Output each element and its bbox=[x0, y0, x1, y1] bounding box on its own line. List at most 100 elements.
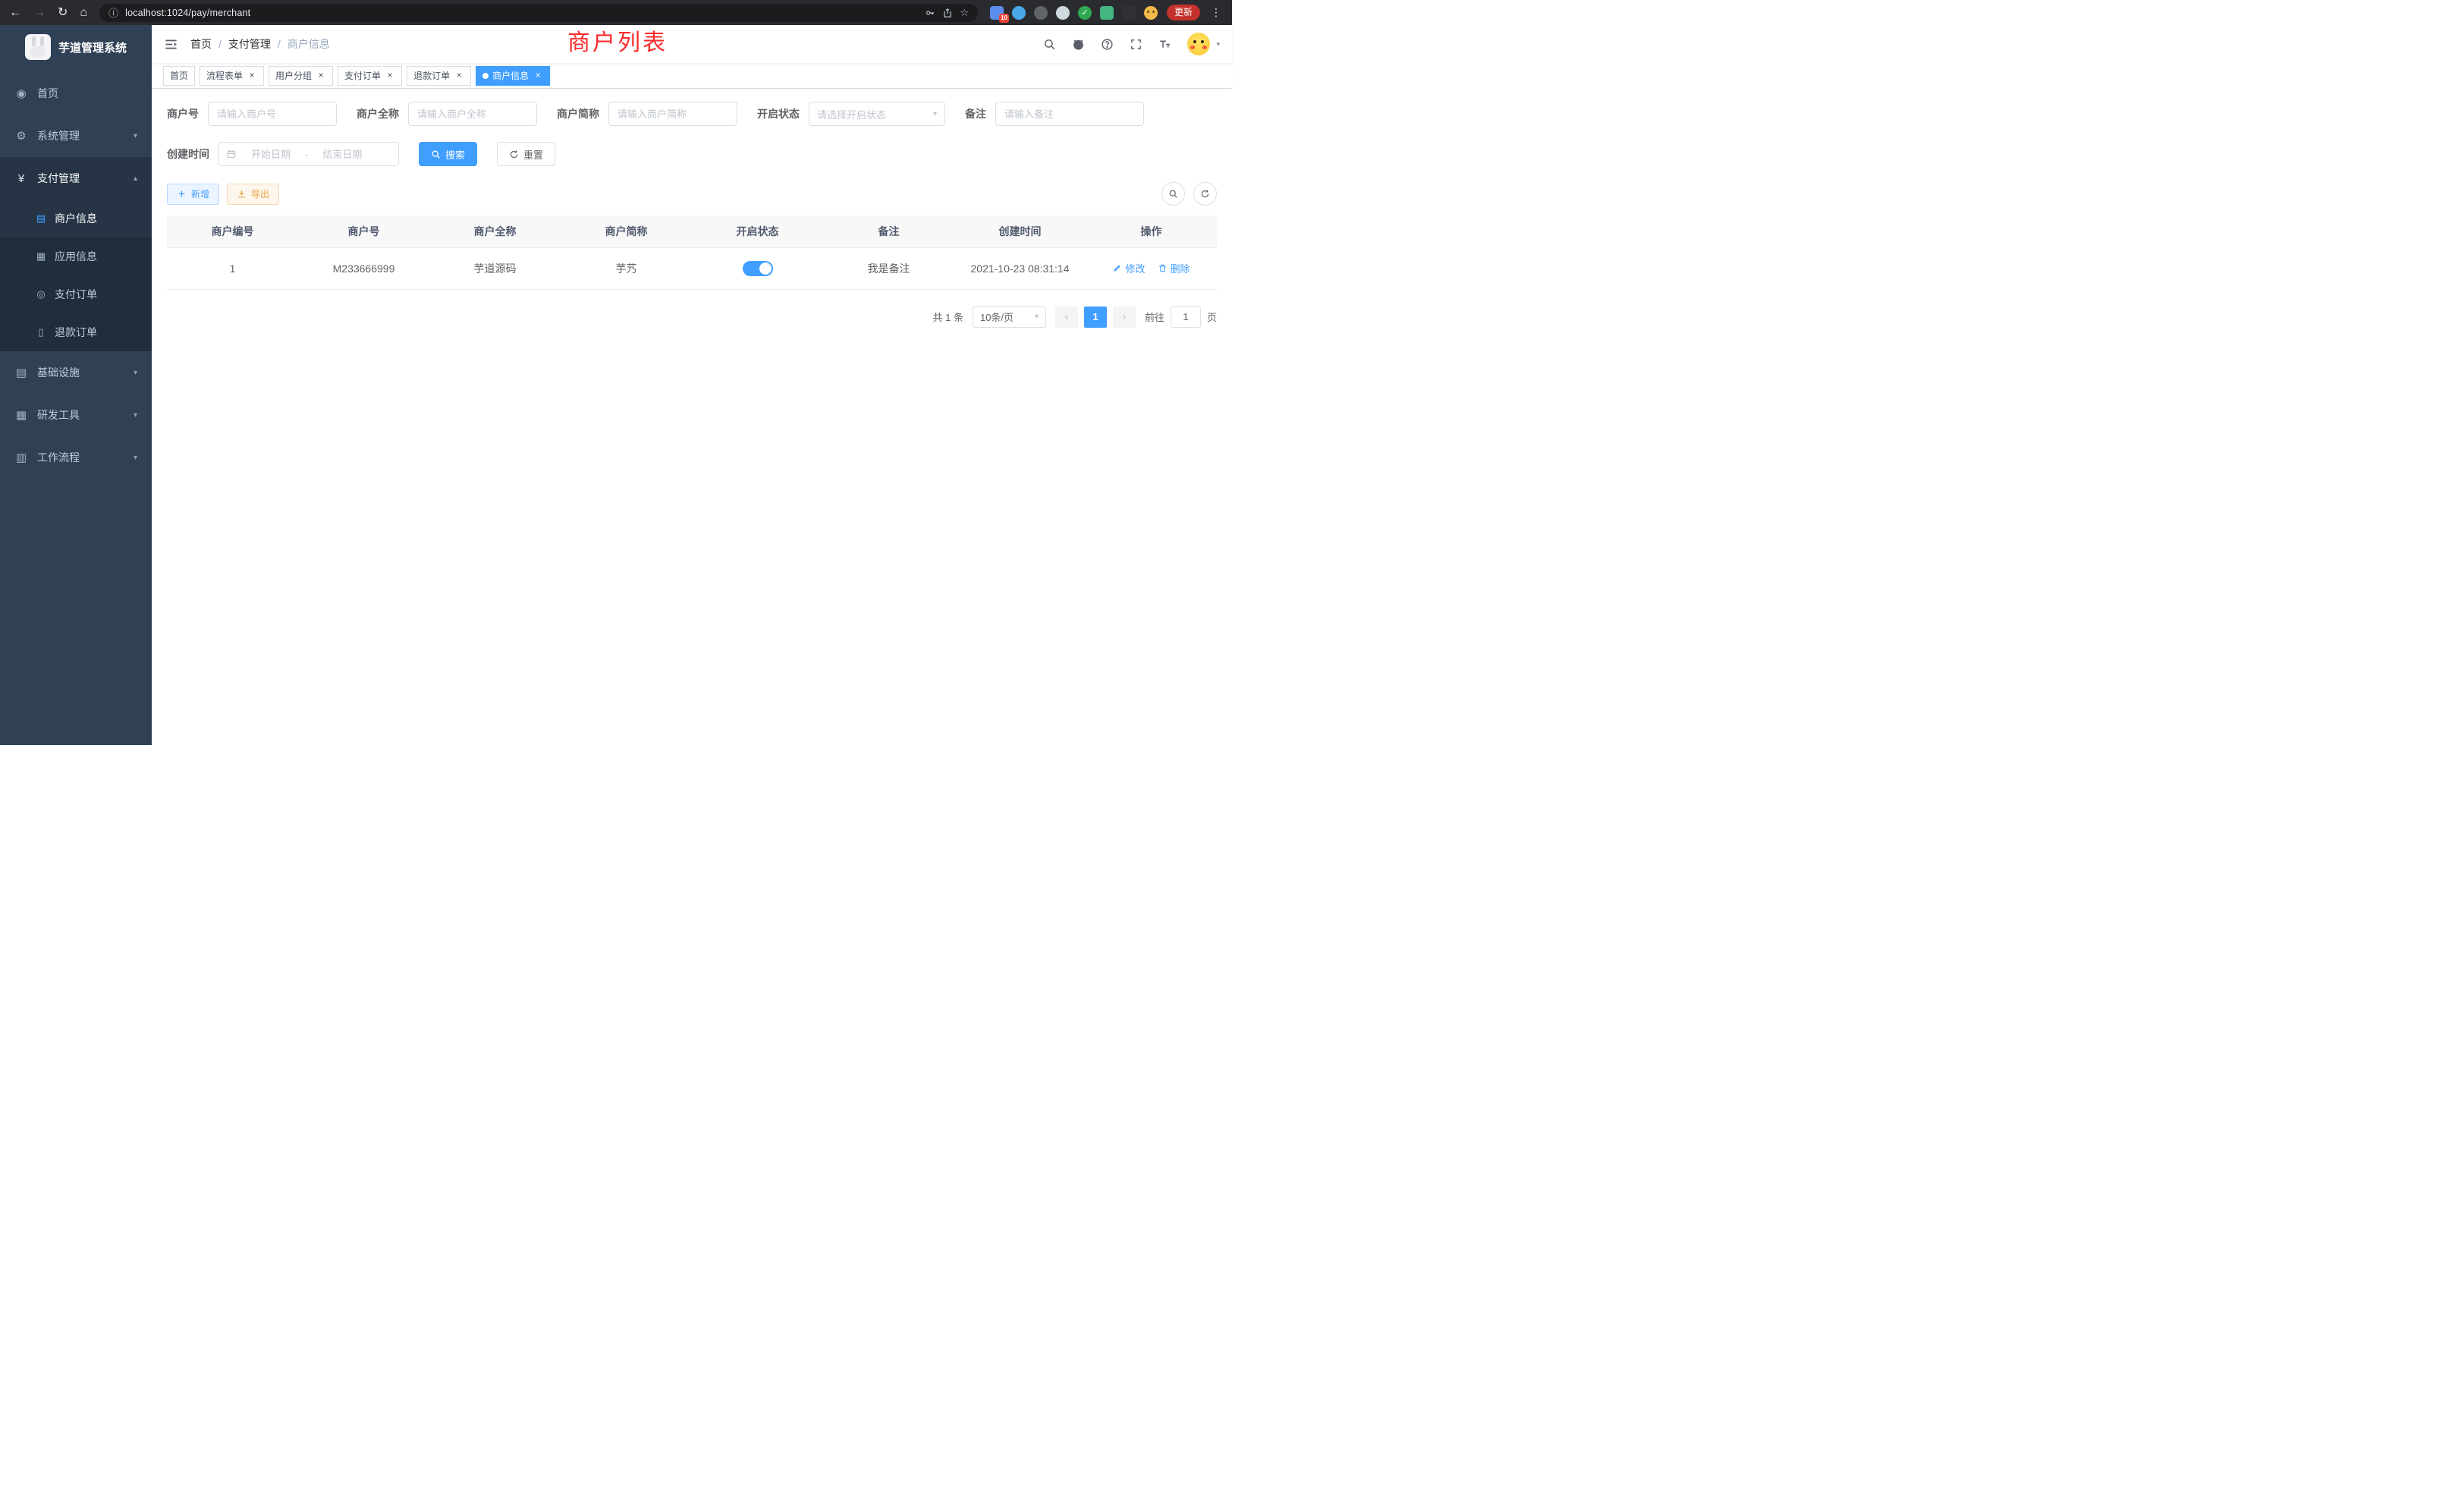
extension-notes-icon[interactable] bbox=[1100, 6, 1114, 20]
tab-refund-order[interactable]: 退款订单 × bbox=[407, 66, 471, 86]
close-icon[interactable]: × bbox=[454, 71, 464, 81]
status-select[interactable]: 请选择开启状态 ▾ bbox=[809, 102, 945, 126]
refresh-table-button[interactable] bbox=[1193, 182, 1217, 206]
sidebar-item-label: 退款订单 bbox=[55, 325, 97, 340]
forward-button[interactable]: → bbox=[33, 7, 46, 19]
add-button[interactable]: 新增 bbox=[167, 184, 219, 205]
sidebar-item-infrastructure[interactable]: ▤ 基础设施 ▾ bbox=[0, 351, 152, 394]
full-name-label: 商户全称 bbox=[357, 106, 399, 121]
page-content: 商户号 商户全称 商户简称 开启状态 请选择开启状态 ▾ bbox=[152, 89, 1232, 745]
address-bar[interactable]: ⓘ localhost:1024/pay/merchant ☆ bbox=[99, 4, 978, 22]
export-button[interactable]: 导出 bbox=[227, 184, 279, 205]
full-name-input[interactable] bbox=[408, 102, 537, 126]
date-range-picker[interactable]: - bbox=[218, 142, 399, 166]
password-key-icon[interactable] bbox=[925, 8, 935, 18]
field-remark: 备注 bbox=[965, 102, 1144, 126]
goto-page-input[interactable] bbox=[1171, 306, 1201, 328]
extension-check-icon[interactable] bbox=[1078, 6, 1092, 20]
extension-avatar-icon[interactable] bbox=[1056, 6, 1070, 20]
sidebar-item-app-info[interactable]: ▦ 应用信息 bbox=[0, 237, 152, 275]
tab-merchant-info[interactable]: 商户信息 × bbox=[476, 66, 550, 86]
cell-full-name: 芋道源码 bbox=[429, 247, 561, 289]
sidebar-item-home[interactable]: ◉ 首页 bbox=[0, 72, 152, 115]
breadcrumb-payment[interactable]: 支付管理 bbox=[228, 36, 271, 52]
delete-button[interactable]: 删除 bbox=[1158, 261, 1190, 275]
next-page-button[interactable]: › bbox=[1113, 306, 1136, 328]
browser-update-button[interactable]: 更新 bbox=[1167, 5, 1200, 20]
sidebar-item-label: 工作流程 bbox=[37, 450, 80, 465]
help-icon[interactable] bbox=[1101, 38, 1114, 51]
date-end-input[interactable] bbox=[311, 149, 373, 160]
remark-input[interactable] bbox=[995, 102, 1144, 126]
cell-remark: 我是备注 bbox=[823, 247, 954, 289]
edit-button[interactable]: 修改 bbox=[1112, 261, 1145, 275]
browser-chrome: ← → ↻ ⌂ ⓘ localhost:1024/pay/merchant ☆ … bbox=[0, 0, 1232, 25]
short-name-input[interactable] bbox=[608, 102, 737, 126]
sidebar-item-label: 基础设施 bbox=[37, 365, 80, 380]
fullscreen-icon[interactable] bbox=[1130, 38, 1142, 51]
sidebar-item-payment[interactable]: ¥ 支付管理 ▴ bbox=[0, 157, 152, 200]
breadcrumb-home[interactable]: 首页 bbox=[190, 36, 212, 52]
field-status: 开启状态 请选择开启状态 ▾ bbox=[757, 102, 945, 126]
cell-actions: 修改 删除 bbox=[1086, 247, 1217, 289]
profile-avatar-icon[interactable] bbox=[1144, 6, 1158, 20]
github-icon[interactable] bbox=[1072, 38, 1085, 51]
tab-user-group[interactable]: 用户分组 × bbox=[269, 66, 333, 86]
font-size-icon[interactable] bbox=[1158, 38, 1171, 51]
tab-process-form[interactable]: 流程表单 × bbox=[200, 66, 264, 86]
sidebar-item-merchant-info[interactable]: ▤ 商户信息 bbox=[0, 200, 152, 237]
avatar-dropdown-caret-icon[interactable]: ▾ bbox=[1216, 40, 1220, 49]
sidebar-item-system[interactable]: ⚙ 系统管理 ▾ bbox=[0, 115, 152, 157]
sidebar-item-label: 支付订单 bbox=[55, 287, 97, 302]
sidebar-item-label: 首页 bbox=[37, 86, 58, 101]
extension-gray-icon[interactable] bbox=[1034, 6, 1048, 20]
close-icon[interactable]: × bbox=[385, 71, 395, 81]
status-toggle[interactable] bbox=[743, 261, 773, 276]
date-start-input[interactable] bbox=[240, 149, 302, 160]
extension-drop-icon[interactable] bbox=[1012, 6, 1026, 20]
sidebar-item-pay-order[interactable]: ◎ 支付订单 bbox=[0, 275, 152, 313]
close-icon[interactable]: × bbox=[316, 71, 326, 81]
merchant-no-input[interactable] bbox=[208, 102, 337, 126]
tab-home[interactable]: 首页 bbox=[163, 66, 195, 86]
sidebar-item-devtools[interactable]: ▦ 研发工具 ▾ bbox=[0, 394, 152, 436]
tab-label: 用户分组 bbox=[275, 69, 312, 82]
chevron-up-icon: ▴ bbox=[134, 174, 137, 183]
reset-button[interactable]: 重置 bbox=[497, 142, 555, 166]
back-button[interactable]: ← bbox=[9, 7, 21, 19]
remark-label: 备注 bbox=[965, 106, 986, 121]
search-icon[interactable] bbox=[1043, 38, 1056, 51]
app-logo[interactable]: 芋道管理系统 bbox=[0, 25, 152, 69]
reload-button[interactable]: ↻ bbox=[58, 7, 68, 19]
sidebar-toggle-icon[interactable] bbox=[164, 37, 178, 52]
sidebar-item-refund-order[interactable]: ▯ 退款订单 bbox=[0, 313, 152, 351]
browser-menu-icon[interactable]: ⋮ bbox=[1209, 6, 1223, 19]
bookmark-star-icon[interactable]: ☆ bbox=[960, 7, 969, 19]
sidebar-item-workflow[interactable]: ▥ 工作流程 ▾ bbox=[0, 436, 152, 479]
close-icon[interactable]: × bbox=[247, 71, 257, 81]
extensions-puzzle-icon[interactable]: 10 bbox=[990, 6, 1004, 20]
home-button[interactable]: ⌂ bbox=[80, 7, 87, 19]
tab-pay-order[interactable]: 支付订单 × bbox=[338, 66, 402, 86]
app-frame: 芋道管理系统 ◉ 首页 ⚙ 系统管理 ▾ ¥ 支付管理 ▴ ▤ 商户信息 bbox=[0, 25, 1232, 745]
url-text: localhost:1024/pay/merchant bbox=[125, 8, 250, 18]
site-info-icon[interactable]: ⓘ bbox=[108, 5, 118, 20]
chevron-down-icon: ▾ bbox=[1035, 313, 1039, 321]
prev-page-button[interactable]: ‹ bbox=[1055, 306, 1078, 328]
tab-label: 流程表单 bbox=[206, 69, 243, 82]
toolbox-icon: ▦ bbox=[14, 408, 28, 422]
field-short-name: 商户简称 bbox=[557, 102, 737, 126]
toggle-search-button[interactable] bbox=[1161, 182, 1185, 206]
avatar-eye bbox=[1193, 40, 1196, 43]
page-number-1[interactable]: 1 bbox=[1084, 306, 1107, 328]
create-time-label: 创建时间 bbox=[167, 146, 209, 162]
close-icon[interactable]: × bbox=[533, 71, 543, 81]
search-button[interactable]: 搜索 bbox=[419, 142, 477, 166]
share-icon[interactable] bbox=[942, 8, 953, 18]
user-avatar[interactable] bbox=[1187, 33, 1210, 55]
col-header-create-time: 创建时间 bbox=[954, 215, 1086, 247]
merchant-table: 商户编号 商户号 商户全称 商户简称 开启状态 备注 创建时间 操作 1 M23… bbox=[167, 215, 1217, 290]
app-title: 芋道管理系统 bbox=[58, 39, 127, 55]
page-size-select[interactable]: 10条/页 ▾ bbox=[973, 306, 1046, 328]
extension-dark-icon[interactable] bbox=[1122, 6, 1136, 20]
